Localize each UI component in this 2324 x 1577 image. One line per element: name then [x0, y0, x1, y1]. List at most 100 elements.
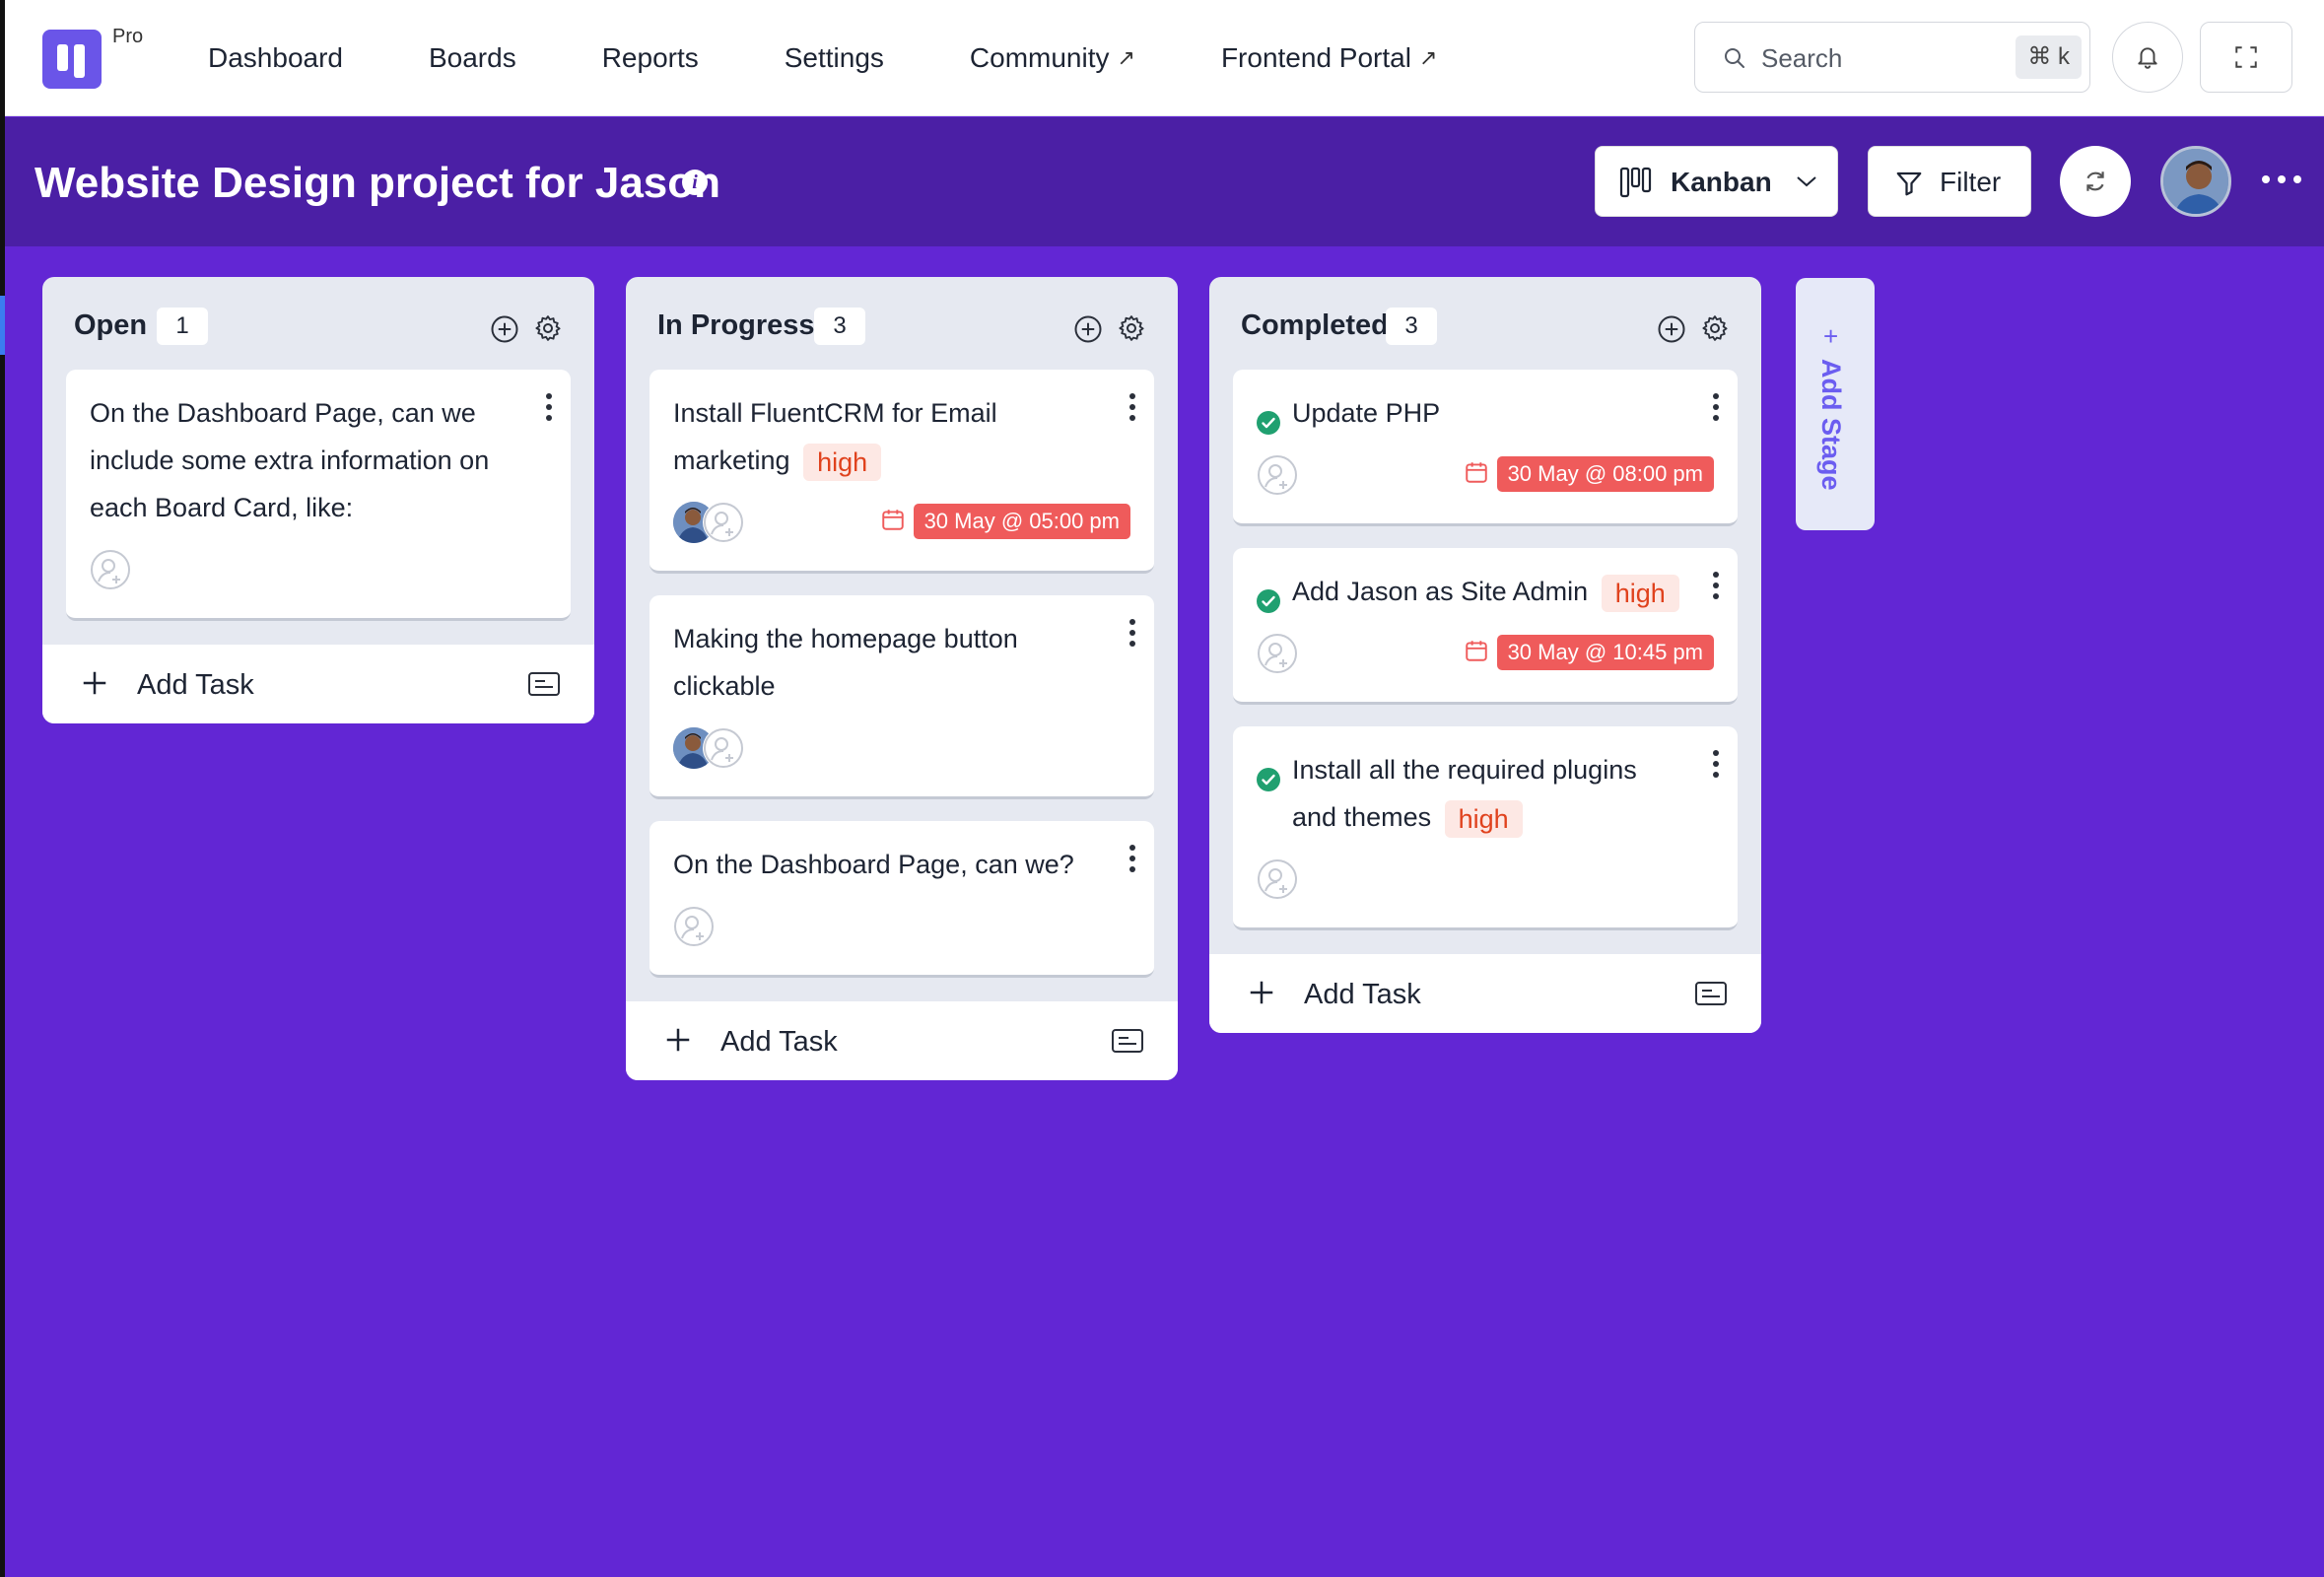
search-input[interactable]: Search ⌘ k [1694, 22, 2090, 93]
calendar-icon [1464, 459, 1489, 490]
logo-icon[interactable] [42, 30, 102, 89]
view-selector[interactable]: Kanban [1595, 146, 1838, 217]
stage-header: Open 1 [42, 277, 594, 370]
add-assignee-icon[interactable] [90, 549, 131, 590]
due-date-badge: 30 May @ 10:45 pm [1496, 635, 1714, 670]
nav-link-settings[interactable]: Settings [785, 42, 884, 74]
task-title-text: On the Dashboard Page, can we? [673, 850, 1074, 879]
nav-link-boards[interactable]: Boards [429, 42, 516, 74]
stage-count-badge: 1 [157, 308, 208, 345]
window-edge-accent [0, 296, 5, 355]
plus-icon [663, 1025, 693, 1060]
task-card[interactable]: Update PHP 30 May @ 08:00 pm [1233, 370, 1738, 526]
due-date-badge: 30 May @ 08:00 pm [1496, 456, 1714, 492]
due-date[interactable]: 30 May @ 05:00 pm [880, 504, 1130, 539]
nav-link-label: Community [969, 42, 1110, 73]
filter-icon [1896, 171, 1922, 196]
priority-badge: high [803, 443, 882, 481]
fullscreen-button[interactable] [2200, 22, 2292, 93]
stage-title: Completed [1241, 309, 1389, 341]
kebab-icon[interactable] [1128, 393, 1136, 421]
kebab-icon[interactable] [1712, 572, 1720, 599]
priority-badge: high [1601, 574, 1679, 612]
external-link-icon: ↗ [1117, 45, 1135, 70]
nav-link-reports[interactable]: Reports [602, 42, 699, 74]
fullscreen-icon [2235, 46, 2257, 68]
add-assignee-icon[interactable] [673, 906, 715, 947]
task-list: On the Dashboard Page, can we include so… [42, 370, 594, 645]
task-title-text: On the Dashboard Page, can we include so… [90, 398, 490, 522]
stage-in-progress: In Progress 3 Install FluentCRM for Email … [626, 277, 1178, 1080]
user-avatar[interactable] [2160, 146, 2231, 217]
top-navigation: Pro Dashboard Boards Reports Settings Commun… [5, 0, 2324, 116]
nav-link-label: Reports [601, 42, 699, 73]
bell-icon [2138, 47, 2157, 69]
task-footer [90, 541, 547, 598]
info-icon[interactable]: i [682, 170, 708, 195]
due-date-badge: 30 May @ 05:00 pm [913, 504, 1130, 539]
add-stage-button[interactable]: + Add Stage [1796, 278, 1875, 530]
check-circle-icon[interactable] [1257, 581, 1280, 613]
gear-icon[interactable] [1117, 313, 1146, 348]
nav-link-frontend-portal[interactable]: Frontend Portal ↗ [1221, 42, 1437, 74]
due-date[interactable]: 30 May @ 08:00 pm [1464, 456, 1714, 492]
template-icon[interactable] [1694, 980, 1728, 1012]
task-card[interactable]: Making the homepage button clickable [649, 595, 1154, 799]
task-footer: 30 May @ 08:00 pm [1257, 446, 1714, 504]
gear-icon[interactable] [533, 313, 563, 348]
view-selector-label: Kanban [1671, 167, 1772, 197]
add-assignee-icon[interactable] [1257, 454, 1298, 496]
stage-open: Open 1 On the Dashboard Page, can we inclu… [42, 277, 594, 723]
add-assignee-icon[interactable] [1257, 858, 1298, 900]
kebab-icon[interactable] [1128, 619, 1136, 647]
nav-link-community[interactable]: Community ↗ [970, 42, 1135, 74]
stage-header: In Progress 3 [626, 277, 1178, 370]
add-assignee-icon[interactable] [703, 727, 744, 769]
plus-icon: + [1823, 321, 1839, 351]
task-title-text: Add Jason as Site Admin [1292, 577, 1589, 606]
add-task-button[interactable]: Add Task [626, 1001, 1178, 1080]
task-list: Install FluentCRM for Email marketing hi… [626, 370, 1178, 1001]
filter-button[interactable]: Filter [1868, 146, 2031, 217]
task-card[interactable]: Install all the required plugins and the… [1233, 726, 1738, 930]
kebab-icon[interactable] [545, 393, 553, 421]
check-circle-icon[interactable] [1257, 402, 1280, 435]
add-task-label: Add Task [1304, 979, 1421, 1010]
notifications-button[interactable] [2112, 22, 2183, 93]
add-circle-icon[interactable] [1073, 314, 1103, 349]
task-card[interactable]: Add Jason as Site Admin high 30 May @ 10:… [1233, 548, 1738, 705]
refresh-button[interactable] [2060, 146, 2131, 217]
add-task-button[interactable]: Add Task [42, 645, 594, 723]
add-task-label: Add Task [720, 1026, 838, 1058]
task-footer [673, 720, 1130, 777]
more-icon[interactable] [2262, 165, 2301, 194]
kebab-icon[interactable] [1128, 845, 1136, 872]
add-circle-icon[interactable] [1657, 314, 1686, 349]
kebab-icon[interactable] [1712, 393, 1720, 421]
add-assignee-icon[interactable] [703, 502, 744, 543]
task-footer: 30 May @ 10:45 pm [1257, 625, 1714, 682]
external-link-icon: ↗ [1418, 45, 1438, 70]
due-date[interactable]: 30 May @ 10:45 pm [1464, 635, 1714, 670]
add-task-button[interactable]: Add Task [1209, 954, 1761, 1033]
kanban-icon [1619, 167, 1652, 198]
nav-link-label: Boards [428, 42, 516, 73]
task-title: Add Jason as Site Admin high [1257, 568, 1714, 615]
gear-icon[interactable] [1700, 313, 1730, 348]
nav-link-dashboard[interactable]: Dashboard [208, 42, 343, 74]
template-icon[interactable] [527, 670, 561, 703]
task-card[interactable]: On the Dashboard Page, can we include so… [66, 370, 571, 621]
task-title: Making the homepage button clickable [673, 615, 1130, 710]
add-assignee-icon[interactable] [1257, 633, 1298, 674]
template-icon[interactable] [1111, 1027, 1144, 1060]
check-circle-icon[interactable] [1257, 759, 1280, 791]
task-card[interactable]: On the Dashboard Page, can we? [649, 821, 1154, 978]
add-circle-icon[interactable] [490, 314, 519, 349]
stage-title: In Progress [657, 309, 815, 341]
task-card[interactable]: Install FluentCRM for Email marketing hi… [649, 370, 1154, 574]
calendar-icon [1464, 638, 1489, 668]
priority-badge: high [1444, 799, 1523, 838]
kebab-icon[interactable] [1712, 750, 1720, 778]
task-footer: 30 May @ 05:00 pm [673, 494, 1130, 551]
task-title-text: Making the homepage button clickable [673, 624, 1018, 701]
